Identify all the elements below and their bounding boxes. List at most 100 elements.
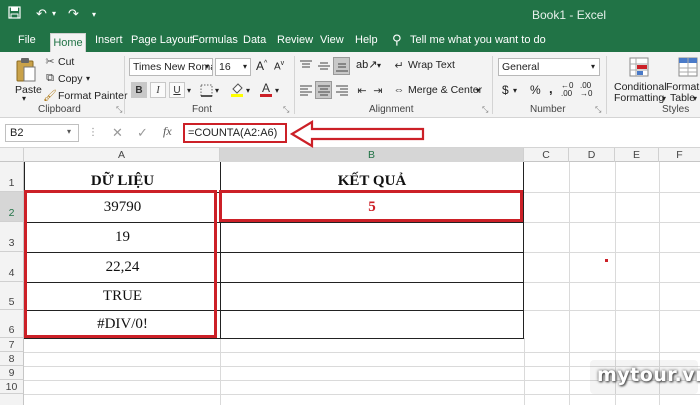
merge-dropdown-icon[interactable]: ▾ bbox=[476, 86, 480, 95]
format-painter-icon[interactable]: 🖌 bbox=[43, 89, 57, 102]
row-header-4[interactable]: 4 bbox=[0, 252, 24, 282]
cut-icon[interactable]: ✂ bbox=[44, 55, 56, 68]
formula-input[interactable]: =COUNTA(A2:A6) bbox=[183, 123, 287, 143]
undo-icon[interactable]: ↶ bbox=[36, 6, 47, 22]
paste-label[interactable]: Paste bbox=[15, 84, 42, 96]
format-as-table-icon[interactable] bbox=[677, 56, 699, 78]
clipboard-launcher-icon[interactable]: ⤡ bbox=[116, 105, 122, 115]
column-header-d[interactable]: D bbox=[569, 148, 615, 162]
merge-center-button[interactable]: Merge & Center bbox=[408, 84, 482, 96]
format-painter-button[interactable]: Format Painter bbox=[58, 90, 127, 102]
increase-indent-icon[interactable]: ⇥ bbox=[371, 82, 385, 98]
paste-icon[interactable] bbox=[14, 56, 38, 84]
wrap-text-button[interactable]: Wrap Text bbox=[408, 59, 455, 71]
align-right-icon[interactable] bbox=[334, 82, 350, 98]
result-cell-highlight bbox=[219, 190, 523, 222]
tab-formulas[interactable]: Formulas bbox=[192, 34, 238, 46]
orientation-icon[interactable]: ab↗ bbox=[356, 58, 377, 71]
font-launcher-icon[interactable]: ⤡ bbox=[283, 105, 289, 115]
copy-icon[interactable]: ⧉ bbox=[44, 72, 56, 84]
name-box-dropdown-icon[interactable]: ▾ bbox=[67, 127, 71, 136]
select-all-corner[interactable] bbox=[0, 148, 24, 162]
insert-function-icon[interactable]: fx bbox=[163, 124, 172, 139]
row-header-6[interactable]: 6 bbox=[0, 310, 24, 338]
number-format-select[interactable]: General bbox=[498, 58, 600, 76]
conditional-formatting-dropdown-icon[interactable]: ▾ bbox=[662, 94, 666, 103]
font-family-dropdown-icon[interactable]: ▾ bbox=[205, 62, 209, 71]
align-middle-icon[interactable] bbox=[316, 58, 332, 74]
column-header-a[interactable]: A bbox=[24, 148, 220, 162]
cut-button[interactable]: Cut bbox=[58, 56, 74, 68]
conditional-formatting-icon[interactable] bbox=[628, 56, 650, 78]
row-header-10[interactable]: 10 bbox=[0, 380, 24, 394]
underline-button[interactable]: U bbox=[169, 82, 185, 98]
row-header-3[interactable]: 3 bbox=[0, 222, 24, 252]
enter-formula-icon[interactable]: ✓ bbox=[137, 125, 148, 141]
tab-file[interactable]: File bbox=[18, 34, 36, 46]
increase-decimal-icon[interactable]: ←0.00 bbox=[561, 82, 573, 98]
percent-icon[interactable]: % bbox=[530, 83, 541, 97]
borders-dropdown-icon[interactable]: ▾ bbox=[215, 86, 219, 95]
number-format-dropdown-icon[interactable]: ▾ bbox=[591, 62, 595, 71]
align-left-icon[interactable] bbox=[298, 82, 314, 98]
fill-color-icon[interactable] bbox=[229, 81, 245, 97]
number-launcher-icon[interactable]: ⤡ bbox=[595, 105, 601, 115]
increase-font-icon[interactable]: A^ bbox=[256, 59, 267, 73]
font-color-icon[interactable]: A bbox=[259, 80, 273, 98]
merge-center-icon[interactable]: ⇔ bbox=[392, 83, 406, 97]
decrease-font-icon[interactable]: Av bbox=[274, 60, 284, 72]
tab-insert[interactable]: Insert bbox=[95, 34, 123, 46]
column-header-c[interactable]: C bbox=[524, 148, 569, 162]
format-as-table-label-2[interactable]: Table bbox=[670, 92, 695, 104]
row-header-8[interactable]: 8 bbox=[0, 352, 24, 366]
decrease-indent-icon[interactable]: ⇤ bbox=[355, 82, 369, 98]
format-as-table-dropdown-icon[interactable]: ▾ bbox=[693, 94, 697, 103]
tell-me-search[interactable]: Tell me what you want to do bbox=[410, 34, 546, 46]
redo-icon[interactable]: ↷ bbox=[68, 6, 79, 22]
align-center-icon[interactable] bbox=[315, 81, 332, 99]
comma-style-icon[interactable]: , bbox=[549, 81, 553, 96]
row-header-2[interactable]: 2 bbox=[0, 192, 24, 222]
alignment-launcher-icon[interactable]: ⤡ bbox=[482, 105, 488, 115]
paste-dropdown-icon[interactable]: ▾ bbox=[22, 94, 26, 103]
wrap-text-icon[interactable]: ↵ bbox=[392, 58, 406, 72]
customize-toolbar-icon[interactable]: ▾ bbox=[92, 10, 96, 19]
copy-dropdown-icon[interactable]: ▾ bbox=[86, 74, 90, 83]
font-family-select[interactable]: Times New Roman bbox=[129, 58, 213, 76]
fill-color-dropdown-icon[interactable]: ▾ bbox=[246, 86, 250, 95]
tab-help[interactable]: Help bbox=[355, 34, 378, 46]
undo-dropdown-icon[interactable]: ▾ bbox=[52, 9, 56, 18]
tab-review[interactable]: Review bbox=[277, 34, 313, 46]
save-icon[interactable] bbox=[8, 6, 21, 19]
column-header-f[interactable]: F bbox=[659, 148, 700, 162]
cell-a1[interactable]: DỮ LIỆU bbox=[25, 170, 220, 192]
font-color-dropdown-icon[interactable]: ▾ bbox=[275, 86, 279, 95]
tab-page-layout[interactable]: Page Layout bbox=[131, 34, 193, 46]
align-top-icon[interactable] bbox=[298, 58, 314, 74]
row-header-5[interactable]: 5 bbox=[0, 282, 24, 310]
row-header-1[interactable]: 1 bbox=[0, 162, 24, 192]
row-header-11[interactable] bbox=[0, 394, 24, 405]
column-header-e[interactable]: E bbox=[615, 148, 659, 162]
row-header-7[interactable]: 7 bbox=[0, 338, 24, 352]
bold-button[interactable]: B bbox=[131, 82, 147, 98]
tab-home[interactable]: Home bbox=[50, 33, 86, 52]
formula-bar-grip-icon[interactable]: ⋮ bbox=[88, 127, 98, 138]
currency-dropdown-icon[interactable]: ▾ bbox=[513, 86, 517, 95]
align-bottom-icon[interactable] bbox=[333, 57, 350, 75]
copy-button[interactable]: Copy bbox=[58, 73, 83, 85]
currency-icon[interactable]: $ bbox=[502, 83, 509, 97]
cancel-formula-icon[interactable]: ✕ bbox=[112, 125, 123, 141]
column-header-b[interactable]: B bbox=[220, 148, 524, 162]
conditional-formatting-label-2[interactable]: Formatting bbox=[614, 92, 664, 104]
tab-data[interactable]: Data bbox=[243, 34, 266, 46]
row-header-9[interactable]: 9 bbox=[0, 366, 24, 380]
font-size-dropdown-icon[interactable]: ▾ bbox=[243, 62, 247, 71]
orientation-dropdown-icon[interactable]: ▾ bbox=[377, 61, 381, 70]
decrease-decimal-icon[interactable]: .00 →0 bbox=[580, 82, 592, 98]
cell-b1[interactable]: KẾT QUẢ bbox=[221, 170, 523, 192]
tab-view[interactable]: View bbox=[320, 34, 344, 46]
italic-button[interactable]: I bbox=[150, 82, 166, 98]
borders-icon[interactable] bbox=[198, 82, 214, 98]
underline-dropdown-icon[interactable]: ▾ bbox=[187, 86, 191, 95]
